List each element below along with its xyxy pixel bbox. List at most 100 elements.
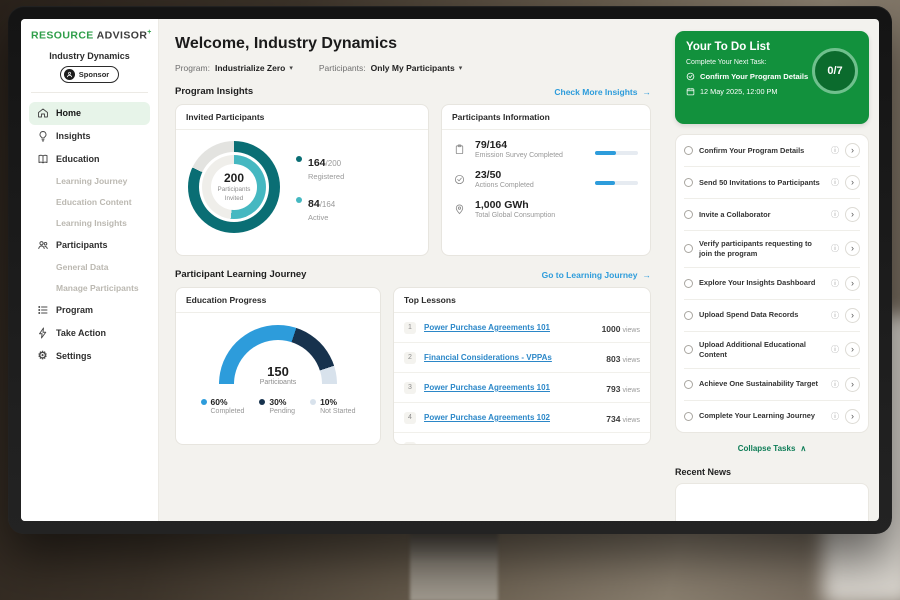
program-filter[interactable]: Program: Industrialize Zero ▾ [175, 63, 293, 73]
sidebar-item-label: Program [56, 305, 93, 315]
task-row[interactable]: Confirm Your Program Details ⓘ › [684, 135, 860, 167]
take-action-icon [36, 327, 49, 339]
donut-center-value: 200 [224, 171, 244, 185]
task-row[interactable]: Complete Your Learning Journey ⓘ › [684, 401, 860, 432]
education-progress-card-title: Education Progress [176, 288, 380, 313]
chevron-right-icon[interactable]: › [845, 342, 860, 357]
sidebar-item-settings[interactable]: ⚙ Settings [29, 345, 150, 368]
calendar-icon [686, 87, 695, 96]
sidebar-item-label: Education [56, 154, 100, 164]
lesson-link[interactable]: Power Purchase Agreements 101 [424, 383, 598, 392]
sidebar-item-label: Education Content [56, 197, 132, 207]
sidebar-item-general-data[interactable]: General Data [29, 257, 150, 278]
task-checkbox[interactable] [684, 146, 693, 155]
participants-filter-value: Only My Participants [371, 63, 455, 73]
actions-completed-progress-bar [595, 181, 638, 185]
check-more-insights-link[interactable]: Check More Insights → [554, 87, 651, 97]
sidebar-item-label: Learning Journey [56, 176, 127, 186]
sidebar-item-manage-participants[interactable]: Manage Participants [29, 278, 150, 299]
program-insights-title: Program Insights [175, 86, 253, 97]
sidebar: RESOURCE ADVISOR+ Industry Dynamics Spon… [21, 19, 159, 521]
check-circle-icon [686, 72, 695, 81]
sidebar-item-label: Manage Participants [56, 283, 139, 293]
task-row[interactable]: Invite a Collaborator ⓘ › [684, 199, 860, 231]
sidebar-item-label: General Data [56, 262, 108, 272]
info-icon[interactable]: ⓘ [831, 177, 839, 188]
info-icon[interactable]: ⓘ [831, 310, 839, 321]
gauge-legend: 60% Completed 30% Pending 10% Not Starte… [201, 397, 356, 415]
invited-participants-card-title: Invited Participants [176, 105, 428, 130]
legend-dot [259, 399, 265, 405]
participants-filter[interactable]: Participants: Only My Participants ▾ [319, 63, 462, 73]
sidebar-item-home[interactable]: Home [29, 102, 150, 125]
sidebar-item-education[interactable]: Education [29, 148, 150, 171]
task-row[interactable]: Explore Your Insights Dashboard ⓘ › [684, 268, 860, 300]
info-icon[interactable]: ⓘ [831, 209, 839, 220]
chevron-right-icon[interactable]: › [845, 308, 860, 323]
recent-news-card [675, 483, 869, 521]
sidebar-item-take-action[interactable]: Take Action [29, 322, 150, 345]
task-checkbox[interactable] [684, 345, 693, 354]
info-row-actions-completed: 23/50 Actions Completed [454, 169, 638, 189]
monitor-stand [410, 531, 498, 600]
lesson-row: 1 Power Purchase Agreements 101 1000view… [394, 313, 650, 343]
task-checkbox[interactable] [684, 210, 693, 219]
task-row[interactable]: Verify participants requesting to join t… [684, 231, 860, 268]
sidebar-divider [31, 92, 148, 93]
task-checkbox[interactable] [684, 412, 693, 421]
legend-item-pending: 30% Pending [259, 397, 295, 415]
arrow-right-icon: → [643, 270, 652, 280]
todo-next-task: Confirm Your Program Details [686, 72, 816, 81]
lesson-link[interactable]: Power Purchase Agreements 103 [424, 443, 598, 445]
sidebar-item-label: Participants [56, 240, 108, 250]
invited-participants-card: Invited Participants 200 Participants In… [175, 104, 429, 256]
task-row[interactable]: Send 50 Invitations to Participants ⓘ › [684, 167, 860, 199]
lesson-link[interactable]: Power Purchase Agreements 101 [424, 323, 594, 332]
collapse-tasks-link[interactable]: Collapse Tasks ∧ [675, 444, 869, 453]
task-checkbox[interactable] [684, 279, 693, 288]
clipboard-icon [454, 144, 467, 155]
info-icon[interactable]: ⓘ [831, 278, 839, 289]
lesson-link[interactable]: Financial Considerations - VPPAs [424, 353, 598, 362]
donut-legend: 164/200 Registered 84/164 Active [296, 153, 344, 222]
sidebar-item-program[interactable]: Program [29, 299, 150, 322]
sidebar-item-education-content[interactable]: Education Content [29, 192, 150, 213]
emission-survey-progress-bar [595, 151, 638, 155]
info-icon[interactable]: ⓘ [831, 243, 839, 254]
dashboard-screen: RESOURCE ADVISOR+ Industry Dynamics Spon… [21, 19, 879, 521]
sidebar-item-insights[interactable]: Insights [29, 125, 150, 148]
sidebar-item-learning-insights[interactable]: Learning Insights [29, 213, 150, 234]
task-row[interactable]: Upload Additional Educational Content ⓘ … [684, 332, 860, 369]
lesson-row: 3 Power Purchase Agreements 101 793views [394, 373, 650, 403]
chevron-right-icon[interactable]: › [845, 409, 860, 424]
top-lessons-card-title: Top Lessons [394, 288, 650, 313]
chevron-right-icon[interactable]: › [845, 377, 860, 392]
info-icon[interactable]: ⓘ [831, 411, 839, 422]
info-icon[interactable]: ⓘ [831, 145, 839, 156]
participants-filter-label: Participants: [319, 63, 366, 73]
sidebar-item-participants[interactable]: Participants [29, 234, 150, 257]
task-checkbox[interactable] [684, 178, 693, 187]
legend-item-not-started: 10% Not Started [310, 397, 355, 415]
task-checkbox[interactable] [684, 311, 693, 320]
task-row[interactable]: Upload Spend Data Records ⓘ › [684, 300, 860, 332]
collapse-caret-icon: ∧ [800, 444, 806, 453]
chevron-right-icon[interactable]: › [845, 207, 860, 222]
chevron-right-icon[interactable]: › [845, 276, 860, 291]
chevron-right-icon[interactable]: › [845, 175, 860, 190]
sidebar-item-learning-journey[interactable]: Learning Journey [29, 171, 150, 192]
chevron-right-icon[interactable]: › [845, 143, 860, 158]
info-icon[interactable]: ⓘ [831, 344, 839, 355]
task-row[interactable]: Achieve One Sustainability Target ⓘ › [684, 369, 860, 401]
program-icon [36, 304, 49, 316]
participants-information-card: Participants Information 79/164 Emission… [441, 104, 651, 256]
lesson-link[interactable]: Power Purchase Agreements 102 [424, 413, 598, 422]
sponsor-badge[interactable]: Sponsor [60, 66, 119, 83]
go-to-learning-journey-link[interactable]: Go to Learning Journey → [542, 270, 651, 280]
task-checkbox[interactable] [684, 380, 693, 389]
participants-icon [36, 239, 49, 251]
task-checkbox[interactable] [684, 244, 693, 253]
location-pin-icon [454, 204, 467, 215]
chevron-right-icon[interactable]: › [845, 241, 860, 256]
info-icon[interactable]: ⓘ [831, 379, 839, 390]
